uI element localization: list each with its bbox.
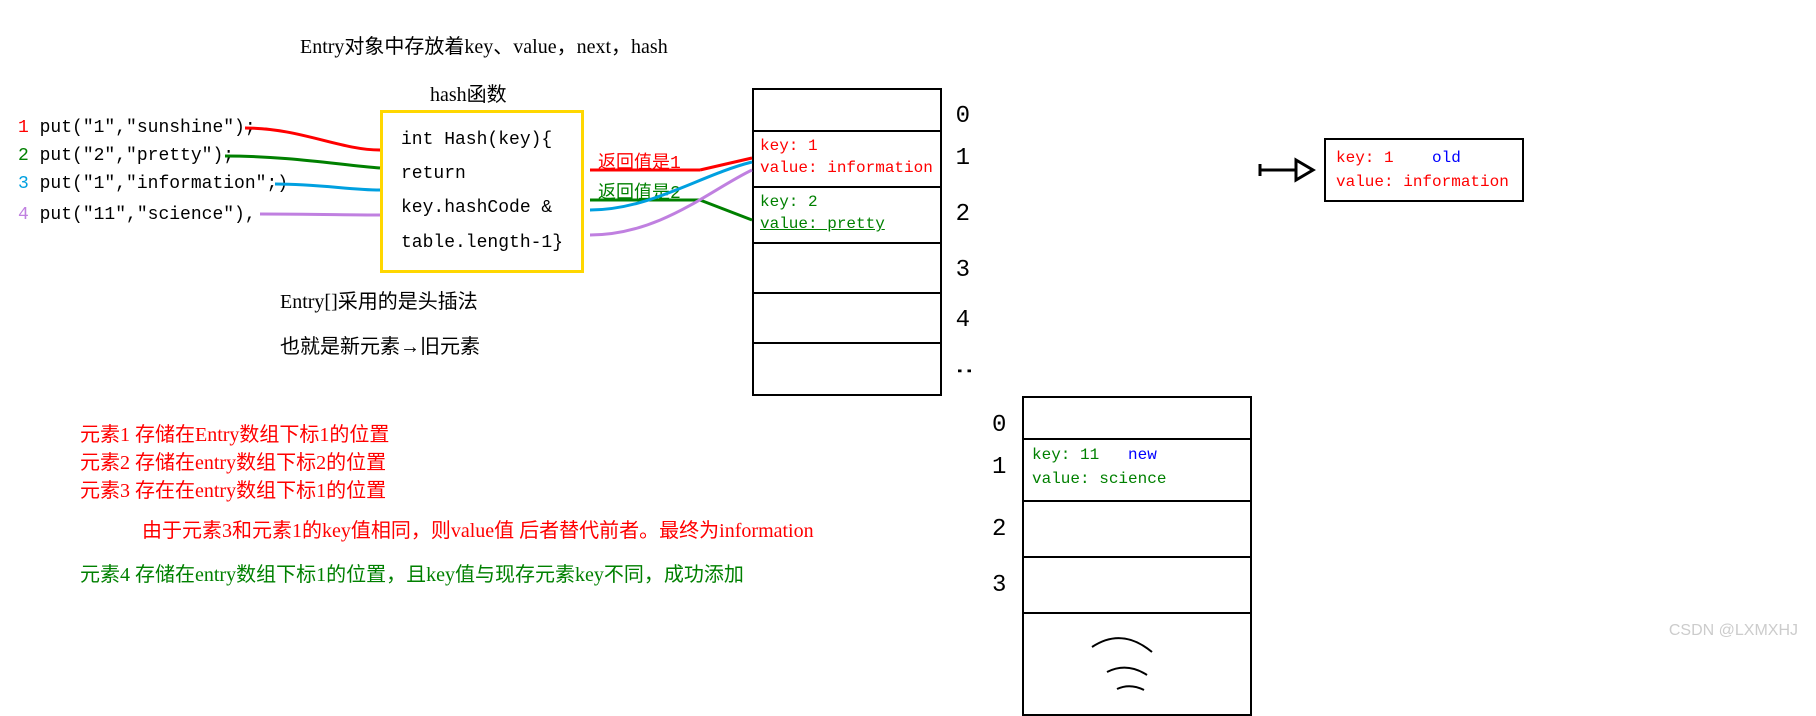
return-value-2: 返回值是2 xyxy=(598,178,681,204)
idx2-1: 1 xyxy=(992,450,1006,486)
old-tag: old xyxy=(1432,149,1461,167)
note-e4: 元素4 存储在entry数组下标1的位置，且key值与现存元素key不同，成功添… xyxy=(80,558,744,587)
note-e1: 元素1 存储在Entry数组下标1的位置 xyxy=(80,418,389,447)
idx-0: 0 xyxy=(956,100,970,134)
note-new-old: 也就是新元素→旧元素 xyxy=(280,330,480,359)
note-e3: 元素3 存在在entry数组下标1的位置 xyxy=(80,474,386,503)
table2-row-rest xyxy=(1024,614,1250,714)
table2-row-1: key: 11 new value: science 1 xyxy=(1024,440,1250,502)
idx2-2: 2 xyxy=(992,512,1006,548)
note-e3b: 由于元素3和元素1的key值相同，则value值 后者替代前者。最终为infor… xyxy=(142,514,814,543)
t2-cell1-tag: new xyxy=(1128,446,1157,464)
diagram-title: Entry对象中存放着key、value，next，hash xyxy=(300,30,668,59)
table1-row-2: key: 2 value: pretty 2 xyxy=(754,188,940,244)
hash-function-box: int Hash(key){ return key.hashCode & tab… xyxy=(380,110,584,273)
idx-dots: : xyxy=(946,364,980,378)
table1-row-5: : xyxy=(754,344,940,394)
table1-row-4: 4 xyxy=(754,294,940,344)
return-value-1: 返回值是1 xyxy=(598,148,681,174)
old-entry-box: key: 1 old value: information xyxy=(1324,138,1524,202)
arrow-icon xyxy=(1258,150,1318,190)
t1-cell2-key: key: 2 xyxy=(760,193,818,211)
put-4-num: 4 xyxy=(18,205,29,225)
old-value: value: information xyxy=(1336,173,1509,191)
hash-table-1: 0 key: 1 value: information 1 key: 2 val… xyxy=(752,88,942,396)
t2-cell1-value: value: science xyxy=(1032,470,1166,488)
put-1-code: put("1","sunshine"); xyxy=(40,118,256,138)
hash-label: hash函数 xyxy=(430,78,507,107)
table2-row-0: 0 xyxy=(1024,398,1250,440)
table1-row-3: 3 xyxy=(754,244,940,294)
put-2-num: 2 xyxy=(18,146,29,166)
idx2-3: 3 xyxy=(992,568,1006,604)
table1-row-0: 0 xyxy=(754,90,940,132)
table1-row-1: key: 1 value: information 1 xyxy=(754,132,940,188)
hash-table-2: 0 key: 11 new value: science 1 2 3 xyxy=(1022,396,1252,716)
idx-2: 2 xyxy=(956,198,970,232)
put-3: 3 put("1","information";) xyxy=(18,174,288,194)
put-2: 2 put("2","pretty"); xyxy=(18,146,234,166)
note-e2: 元素2 存储在entry数组下标2的位置 xyxy=(80,446,386,475)
idx2-0: 0 xyxy=(992,408,1006,444)
table2-row-3: 3 xyxy=(1024,558,1250,614)
t1-cell2-value: value: pretty xyxy=(760,215,885,233)
put-3-code: put("1","information";) xyxy=(40,174,288,194)
t1-cell1-value: value: information xyxy=(760,159,933,177)
note-head-insert: Entry[]采用的是头插法 xyxy=(280,285,478,314)
watermark: CSDN @LXMXHJ xyxy=(1669,622,1798,640)
idx-4: 4 xyxy=(956,304,970,338)
old-key: key: 1 xyxy=(1336,149,1394,167)
put-2-code: put("2","pretty"); xyxy=(40,146,234,166)
table2-row-2: 2 xyxy=(1024,502,1250,558)
put-4-code: put("11","science"), xyxy=(40,205,256,225)
idx-1: 1 xyxy=(956,142,970,176)
put-1: 1 put("1","sunshine"); xyxy=(18,118,256,138)
put-1-num: 1 xyxy=(18,118,29,138)
t1-cell1-key: key: 1 xyxy=(760,137,818,155)
idx-3: 3 xyxy=(956,254,970,288)
put-3-num: 3 xyxy=(18,174,29,194)
t2-cell1-key: key: 11 xyxy=(1032,446,1099,464)
squiggle-icon xyxy=(1082,627,1182,707)
put-4: 4 put("11","science"), xyxy=(18,205,256,225)
